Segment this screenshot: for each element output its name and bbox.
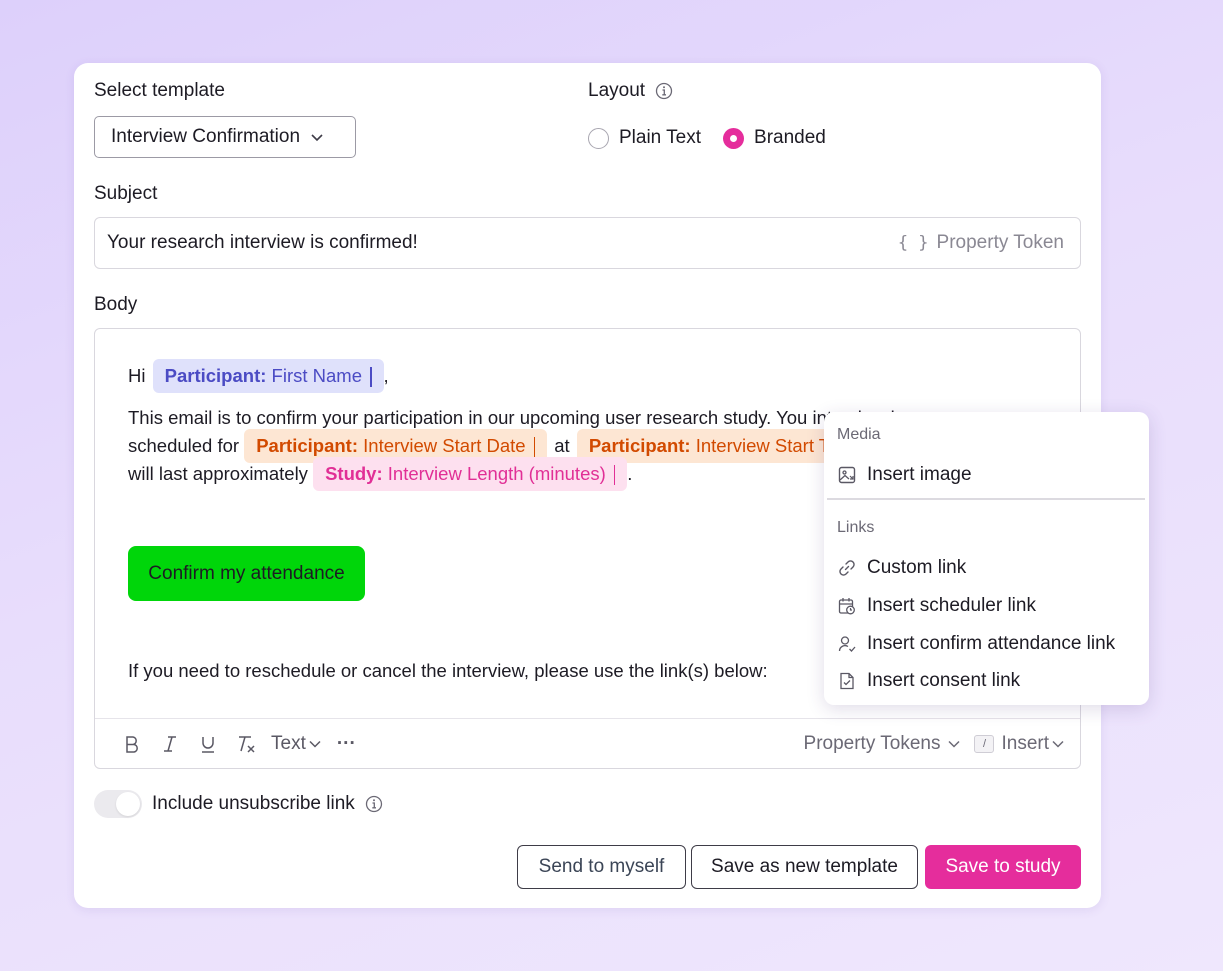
save-as-new-template-button[interactable]: Save as new template xyxy=(691,845,918,889)
chip-field: Interview Start Date xyxy=(363,435,526,456)
line4-end: . xyxy=(627,463,633,484)
menu-item-label: Insert confirm attendance link xyxy=(867,633,1116,654)
layout-heading: Layout xyxy=(588,80,673,102)
subject-label: Subject xyxy=(94,183,158,204)
greeting-end: , xyxy=(383,365,389,386)
subject-field[interactable]: Your research interview is confirmed! { … xyxy=(94,217,1081,269)
greeting-line: Hi Participant: First Name, xyxy=(128,359,389,393)
property-tokens-dropdown[interactable]: Property Tokens xyxy=(804,733,961,755)
info-icon[interactable] xyxy=(655,82,673,100)
underline-icon[interactable] xyxy=(189,735,227,753)
layout-radio-group: Plain Text Branded xyxy=(588,127,848,149)
reschedule-line: If you need to reschedule or cancel the … xyxy=(128,660,768,681)
chip-caret xyxy=(533,437,536,458)
template-select[interactable]: Interview Confirmation xyxy=(94,116,356,158)
body-label: Body xyxy=(94,294,138,315)
menu-item-scheduler-link[interactable]: Insert scheduler link xyxy=(837,595,1036,617)
body-line-4: will last approximately Study: Interview… xyxy=(128,457,632,491)
toolbar-right: Property Tokens / Insert xyxy=(804,719,1064,768)
property-token-label: Property Token xyxy=(936,232,1064,253)
body-line-2: This email is to confirm your participat… xyxy=(128,407,904,428)
link-icon xyxy=(839,560,855,576)
chip-type: Participant: xyxy=(164,365,267,386)
template-select-value: Interview Confirmation xyxy=(111,126,301,147)
editor-toolbar: Text ··· Property Tokens / Insert xyxy=(95,718,1080,768)
property-token-button[interactable]: { } Property Token xyxy=(898,232,1064,254)
image-icon xyxy=(838,466,856,484)
menu-item-insert-image[interactable]: Insert image xyxy=(837,464,972,486)
info-icon[interactable] xyxy=(365,795,383,813)
chip-type: Participant: xyxy=(588,435,691,456)
chevron-down-icon xyxy=(1052,740,1064,748)
calendar-clock-icon xyxy=(838,598,855,615)
line3-mid: at xyxy=(554,435,570,456)
clear-format-icon[interactable] xyxy=(227,735,265,753)
user-check-icon xyxy=(838,636,856,652)
unsubscribe-row: Include unsubscribe link xyxy=(152,793,383,815)
layout-option-branded[interactable]: Branded xyxy=(723,127,826,149)
italic-icon[interactable] xyxy=(151,735,189,753)
bold-icon[interactable] xyxy=(113,735,151,753)
menu-divider xyxy=(827,498,1145,500)
token-chip-interview-length[interactable]: Study: Interview Length (minutes) xyxy=(313,457,628,491)
chevron-down-icon xyxy=(948,740,960,748)
save-to-study-button[interactable]: Save to study xyxy=(925,845,1081,889)
unsubscribe-label: Include unsubscribe link xyxy=(152,793,355,814)
subject-value: Your research interview is confirmed! xyxy=(107,232,418,253)
chip-field: Interview Length (minutes) xyxy=(387,463,606,484)
chip-caret xyxy=(370,367,372,388)
insert-menu: Media Insert image Links Custom link Ins… xyxy=(824,412,1149,705)
layout-option-plain-text[interactable]: Plain Text xyxy=(588,127,701,149)
radio-plain-text[interactable] xyxy=(588,127,609,149)
menu-item-label: Insert image xyxy=(867,464,972,485)
chevron-down-icon xyxy=(309,740,321,748)
braces-icon: { } xyxy=(897,233,929,253)
confirm-attendance-button[interactable]: Confirm my attendance xyxy=(128,546,365,601)
chevron-down-icon xyxy=(311,134,323,142)
insert-label: Insert xyxy=(1001,733,1049,754)
chip-field: First Name xyxy=(271,365,362,386)
select-template-label: Select template xyxy=(94,80,225,101)
line4-pre: will last approximately xyxy=(128,463,308,484)
text-style-label: Text xyxy=(271,732,306,754)
menu-item-label: Custom link xyxy=(867,557,967,578)
chip-caret xyxy=(613,465,616,486)
text-style-dropdown[interactable]: Text xyxy=(271,733,321,755)
radio-plain-text-label: Plain Text xyxy=(619,127,702,148)
menu-item-custom-link[interactable]: Custom link xyxy=(837,557,966,579)
more-options-icon[interactable]: ··· xyxy=(337,733,356,755)
menu-item-label: Insert scheduler link xyxy=(867,595,1036,616)
menu-item-label: Insert consent link xyxy=(867,670,1021,691)
send-to-myself-button[interactable]: Send to myself xyxy=(517,845,686,889)
document-check-icon xyxy=(840,672,854,690)
chip-type: Study: xyxy=(325,463,383,484)
insert-dropdown[interactable]: / Insert xyxy=(974,733,1064,755)
property-tokens-label: Property Tokens xyxy=(803,733,941,754)
menu-item-consent-link[interactable]: Insert consent link xyxy=(837,670,1020,692)
line3-pre: scheduled for xyxy=(128,435,240,456)
greeting-text: Hi xyxy=(128,365,146,386)
menu-item-confirm-attendance-link[interactable]: Insert confirm attendance link xyxy=(837,633,1115,655)
links-heading: Links xyxy=(837,519,875,536)
token-chip-first-name[interactable]: Participant: First Name xyxy=(152,359,384,393)
radio-branded[interactable] xyxy=(723,127,745,149)
media-heading: Media xyxy=(837,426,881,443)
chip-type: Participant: xyxy=(256,435,358,456)
slash-shortcut-icon: / xyxy=(974,735,995,753)
radio-branded-label: Branded xyxy=(754,127,826,148)
layout-label: Layout xyxy=(588,80,646,101)
unsubscribe-toggle[interactable] xyxy=(94,790,142,818)
